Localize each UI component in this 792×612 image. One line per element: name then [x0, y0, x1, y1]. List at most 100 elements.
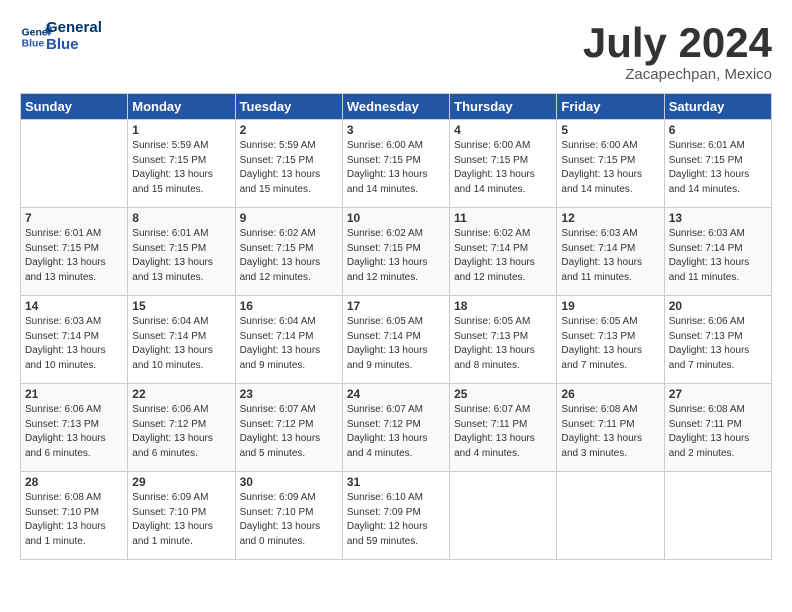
sunrise-text: Sunrise: 6:09 AM	[240, 491, 338, 506]
daylight-text: Daylight: 13 hours and 9 minutes.	[347, 344, 445, 373]
daylight-text: Daylight: 13 hours and 7 minutes.	[669, 344, 767, 373]
day-number: 28	[25, 475, 123, 489]
daylight-text: Daylight: 13 hours and 5 minutes.	[240, 432, 338, 461]
daylight-text: Daylight: 13 hours and 3 minutes.	[561, 432, 659, 461]
sunset-text: Sunset: 7:15 PM	[240, 154, 338, 169]
day-info: Sunrise: 6:03 AM Sunset: 7:14 PM Dayligh…	[25, 315, 123, 373]
sunrise-text: Sunrise: 6:02 AM	[347, 227, 445, 242]
table-row: 17 Sunrise: 6:05 AM Sunset: 7:14 PM Dayl…	[342, 296, 449, 384]
logo: General Blue General Blue	[20, 20, 102, 53]
daylight-text: Daylight: 13 hours and 12 minutes.	[240, 256, 338, 285]
col-saturday: Saturday	[664, 94, 771, 120]
daylight-text: Daylight: 13 hours and 14 minutes.	[561, 168, 659, 197]
table-row: 26 Sunrise: 6:08 AM Sunset: 7:11 PM Dayl…	[557, 384, 664, 472]
day-number: 31	[347, 475, 445, 489]
table-row: 30 Sunrise: 6:09 AM Sunset: 7:10 PM Dayl…	[235, 472, 342, 560]
day-number: 18	[454, 299, 552, 313]
day-number: 3	[347, 123, 445, 137]
day-info: Sunrise: 6:06 AM Sunset: 7:13 PM Dayligh…	[669, 315, 767, 373]
table-row	[557, 472, 664, 560]
sunset-text: Sunset: 7:14 PM	[25, 330, 123, 345]
sunrise-text: Sunrise: 6:05 AM	[454, 315, 552, 330]
daylight-text: Daylight: 13 hours and 15 minutes.	[240, 168, 338, 197]
day-number: 7	[25, 211, 123, 225]
daylight-text: Daylight: 13 hours and 14 minutes.	[347, 168, 445, 197]
day-info: Sunrise: 6:06 AM Sunset: 7:12 PM Dayligh…	[132, 403, 230, 461]
daylight-text: Daylight: 13 hours and 14 minutes.	[454, 168, 552, 197]
day-number: 30	[240, 475, 338, 489]
day-number: 4	[454, 123, 552, 137]
daylight-text: Daylight: 13 hours and 1 minute.	[132, 520, 230, 549]
sunset-text: Sunset: 7:15 PM	[454, 154, 552, 169]
sunset-text: Sunset: 7:15 PM	[347, 242, 445, 257]
logo-line1: General	[46, 20, 102, 37]
table-row: 25 Sunrise: 6:07 AM Sunset: 7:11 PM Dayl…	[450, 384, 557, 472]
day-number: 19	[561, 299, 659, 313]
sunrise-text: Sunrise: 6:04 AM	[132, 315, 230, 330]
table-row: 11 Sunrise: 6:02 AM Sunset: 7:14 PM Dayl…	[450, 208, 557, 296]
day-number: 1	[132, 123, 230, 137]
daylight-text: Daylight: 13 hours and 12 minutes.	[454, 256, 552, 285]
day-info: Sunrise: 6:07 AM Sunset: 7:11 PM Dayligh…	[454, 403, 552, 461]
table-row: 8 Sunrise: 6:01 AM Sunset: 7:15 PM Dayli…	[128, 208, 235, 296]
sunset-text: Sunset: 7:15 PM	[669, 154, 767, 169]
table-row: 5 Sunrise: 6:00 AM Sunset: 7:15 PM Dayli…	[557, 120, 664, 208]
month-title: July 2024	[583, 20, 772, 66]
sunrise-text: Sunrise: 6:02 AM	[240, 227, 338, 242]
table-row: 19 Sunrise: 6:05 AM Sunset: 7:13 PM Dayl…	[557, 296, 664, 384]
table-row: 2 Sunrise: 5:59 AM Sunset: 7:15 PM Dayli…	[235, 120, 342, 208]
sunset-text: Sunset: 7:13 PM	[561, 330, 659, 345]
day-info: Sunrise: 6:05 AM Sunset: 7:13 PM Dayligh…	[561, 315, 659, 373]
day-number: 29	[132, 475, 230, 489]
table-row: 7 Sunrise: 6:01 AM Sunset: 7:15 PM Dayli…	[21, 208, 128, 296]
sunset-text: Sunset: 7:14 PM	[454, 242, 552, 257]
sunrise-text: Sunrise: 6:10 AM	[347, 491, 445, 506]
sunset-text: Sunset: 7:11 PM	[454, 418, 552, 433]
sunrise-text: Sunrise: 5:59 AM	[240, 139, 338, 154]
table-row: 29 Sunrise: 6:09 AM Sunset: 7:10 PM Dayl…	[128, 472, 235, 560]
day-number: 6	[669, 123, 767, 137]
sunset-text: Sunset: 7:15 PM	[132, 242, 230, 257]
table-row: 21 Sunrise: 6:06 AM Sunset: 7:13 PM Dayl…	[21, 384, 128, 472]
day-info: Sunrise: 6:01 AM Sunset: 7:15 PM Dayligh…	[669, 139, 767, 197]
table-row: 31 Sunrise: 6:10 AM Sunset: 7:09 PM Dayl…	[342, 472, 449, 560]
day-info: Sunrise: 6:02 AM Sunset: 7:15 PM Dayligh…	[240, 227, 338, 285]
sunset-text: Sunset: 7:10 PM	[132, 506, 230, 521]
day-number: 26	[561, 387, 659, 401]
day-number: 8	[132, 211, 230, 225]
daylight-text: Daylight: 13 hours and 10 minutes.	[132, 344, 230, 373]
sunset-text: Sunset: 7:14 PM	[240, 330, 338, 345]
sunrise-text: Sunrise: 6:07 AM	[240, 403, 338, 418]
col-monday: Monday	[128, 94, 235, 120]
daylight-text: Daylight: 13 hours and 2 minutes.	[669, 432, 767, 461]
day-number: 17	[347, 299, 445, 313]
sunrise-text: Sunrise: 6:01 AM	[25, 227, 123, 242]
day-info: Sunrise: 6:07 AM Sunset: 7:12 PM Dayligh…	[347, 403, 445, 461]
daylight-text: Daylight: 13 hours and 14 minutes.	[669, 168, 767, 197]
day-number: 25	[454, 387, 552, 401]
sunrise-text: Sunrise: 6:09 AM	[132, 491, 230, 506]
sunrise-text: Sunrise: 6:00 AM	[347, 139, 445, 154]
sunrise-text: Sunrise: 6:08 AM	[669, 403, 767, 418]
day-number: 2	[240, 123, 338, 137]
table-row: 4 Sunrise: 6:00 AM Sunset: 7:15 PM Dayli…	[450, 120, 557, 208]
sunrise-text: Sunrise: 6:06 AM	[669, 315, 767, 330]
calendar-table: Sunday Monday Tuesday Wednesday Thursday…	[20, 93, 772, 560]
daylight-text: Daylight: 13 hours and 4 minutes.	[347, 432, 445, 461]
sunset-text: Sunset: 7:13 PM	[669, 330, 767, 345]
sunrise-text: Sunrise: 6:02 AM	[454, 227, 552, 242]
sunrise-text: Sunrise: 6:08 AM	[561, 403, 659, 418]
sunrise-text: Sunrise: 6:03 AM	[561, 227, 659, 242]
sunrise-text: Sunrise: 6:06 AM	[25, 403, 123, 418]
daylight-text: Daylight: 13 hours and 7 minutes.	[561, 344, 659, 373]
sunset-text: Sunset: 7:15 PM	[347, 154, 445, 169]
day-number: 5	[561, 123, 659, 137]
day-info: Sunrise: 6:10 AM Sunset: 7:09 PM Dayligh…	[347, 491, 445, 549]
day-info: Sunrise: 5:59 AM Sunset: 7:15 PM Dayligh…	[240, 139, 338, 197]
table-row: 9 Sunrise: 6:02 AM Sunset: 7:15 PM Dayli…	[235, 208, 342, 296]
calendar-page: General Blue General Blue July 2024 Zaca…	[0, 0, 792, 612]
day-number: 13	[669, 211, 767, 225]
day-number: 27	[669, 387, 767, 401]
page-header: General Blue General Blue July 2024 Zaca…	[20, 20, 772, 83]
day-number: 23	[240, 387, 338, 401]
